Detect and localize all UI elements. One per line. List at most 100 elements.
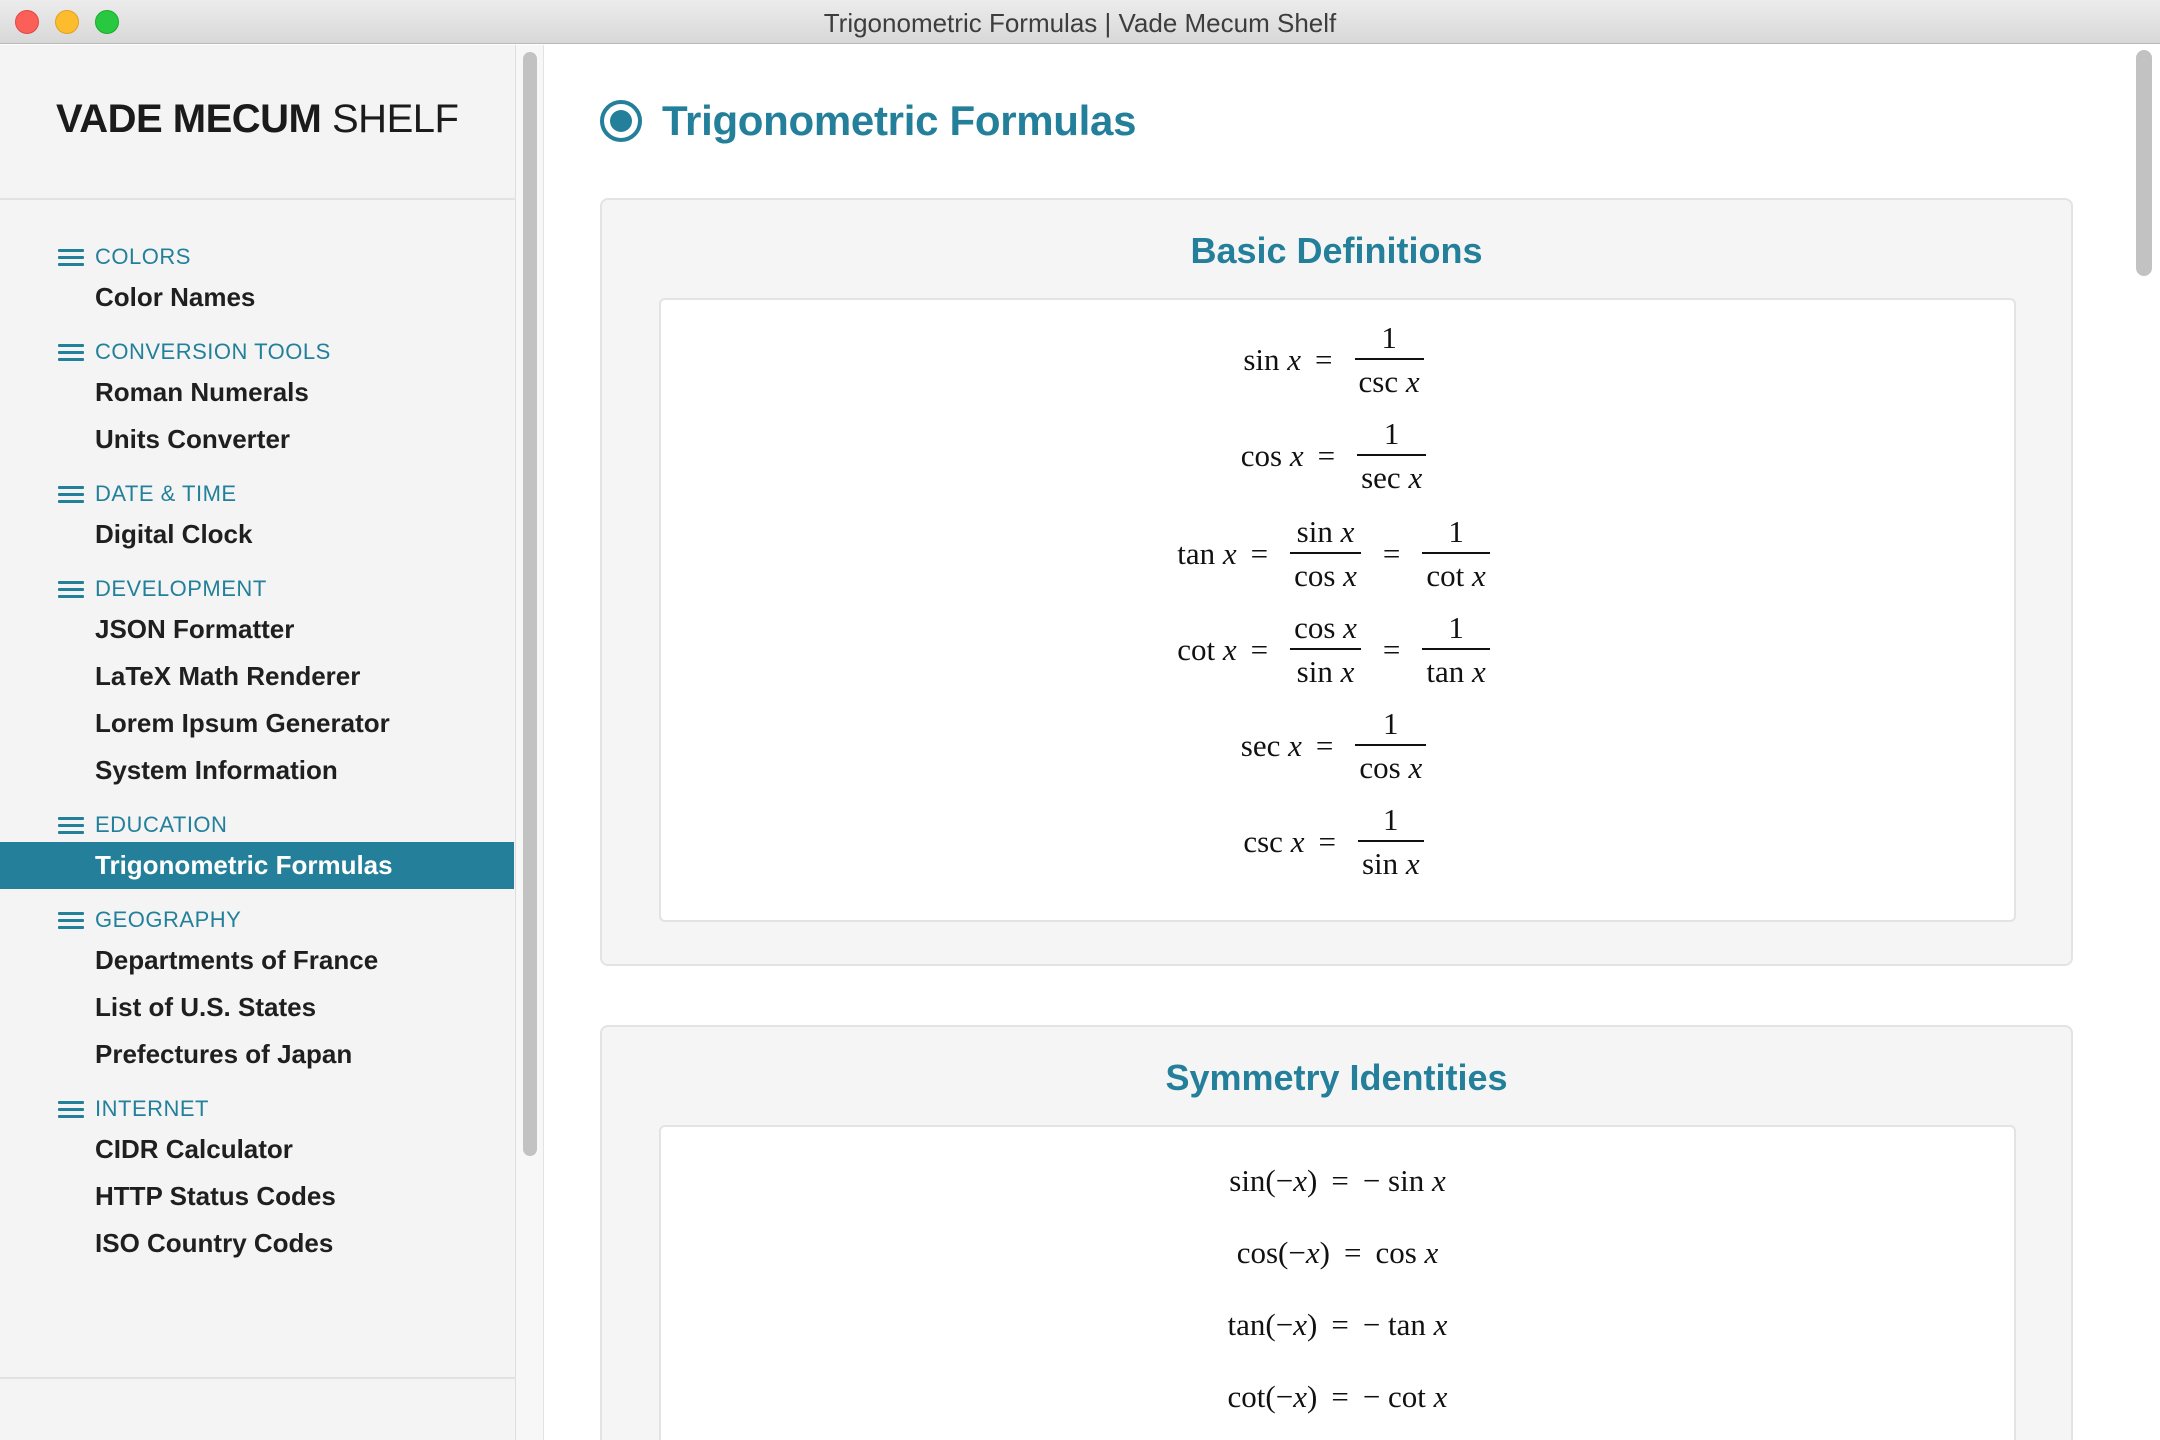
nav-item[interactable]: Trigonometric Formulas xyxy=(0,842,514,889)
nav-item[interactable]: Roman Numerals xyxy=(0,369,516,416)
menu-icon xyxy=(58,910,84,930)
page-header: Trigonometric Formulas xyxy=(600,97,1136,145)
math-expression: − sin x xyxy=(1362,1163,1446,1198)
sidebar-nav: COLORS Color Names CONVERSION TOOLS Roman N… xyxy=(0,240,516,1267)
math-expression: sin x xyxy=(1296,514,1355,549)
window-title: Trigonometric Formulas | Vade Mecum Shel… xyxy=(823,8,1337,38)
math-expression: tan(−x) xyxy=(1227,1307,1318,1342)
menu-icon xyxy=(58,484,84,504)
menu-icon xyxy=(58,247,84,267)
math-expression: 1 xyxy=(1448,610,1464,645)
fraction: 1 csc x xyxy=(1354,320,1424,399)
equals-sign: = xyxy=(1317,437,1336,473)
math-expression: sin x xyxy=(1361,846,1420,881)
fraction: 1 tan x xyxy=(1422,610,1490,687)
math-expression: cot x xyxy=(1177,631,1237,667)
section-basic-definitions: Basic Definitions sin x = 1 csc x cos x = 1 sec… xyxy=(600,198,2073,966)
nav-category-label: GEOGRAPHY xyxy=(95,907,242,932)
app-window: Trigonometric Formulas | Vade Mecum Shel… xyxy=(0,0,2160,1440)
math-expression: cos x xyxy=(1294,558,1357,593)
section-title: Basic Definitions xyxy=(1190,230,1483,271)
page-title: Trigonometric Formulas xyxy=(662,97,1137,144)
math-expression: sec x xyxy=(1240,727,1302,763)
formula: csc x = 1 sin x xyxy=(661,804,2014,879)
nav-item[interactable]: System Information xyxy=(0,747,516,794)
nav-category[interactable]: DATE & TIME xyxy=(0,477,516,511)
nav-category[interactable]: CONVERSION TOOLS xyxy=(0,335,516,369)
math-expression: cot(−x) xyxy=(1227,1379,1318,1414)
math-expression: 1 xyxy=(1381,320,1397,355)
section-symmetry-identities: Symmetry Identities sin(−x) = − sin x cos(−… xyxy=(600,1025,2073,1440)
equals-sign: = xyxy=(1318,823,1336,859)
math-expression: cos x xyxy=(1294,610,1357,645)
brand-logo[interactable]: VADE MECUM SHELF xyxy=(56,97,459,142)
main-content: Trigonometric Formulas Basic Definitions… xyxy=(545,45,2135,1440)
nav-category-label: DATE & TIME xyxy=(95,481,237,506)
math-expression: cos x xyxy=(1359,750,1423,785)
nav-category[interactable]: DEVELOPMENT xyxy=(0,572,516,606)
formula: tan(−x) = − tan x xyxy=(661,1307,2014,1343)
equals-sign: = xyxy=(1331,1163,1349,1198)
radio-button-icon xyxy=(600,100,642,142)
math-expression: sin x xyxy=(1296,654,1355,689)
math-expression: csc x xyxy=(1358,364,1420,399)
math-expression: 1 xyxy=(1383,706,1399,741)
nav-item[interactable]: List of U.S. States xyxy=(0,984,516,1031)
nav-category-label: DEVELOPMENT xyxy=(95,576,267,601)
math-expression: cot x xyxy=(1426,558,1486,593)
fraction: 1 cos x xyxy=(1355,706,1427,785)
nav-item[interactable]: Prefectures of Japan xyxy=(0,1031,516,1078)
math-expression: cos(−x) xyxy=(1236,1235,1330,1270)
math-expression: cos x xyxy=(1375,1235,1439,1270)
nav-category[interactable]: COLORS xyxy=(0,240,516,274)
nav-item[interactable]: ISO Country Codes xyxy=(0,1220,516,1267)
equals-sign: = xyxy=(1250,631,1269,667)
nav-item[interactable]: Color Names xyxy=(0,274,516,321)
sidebar: VADE MECUM SHELF COLORS Color Names CONVER… xyxy=(0,45,516,1440)
formula: sin(−x) = − sin x xyxy=(661,1163,2014,1199)
sidebar-divider-bottom xyxy=(0,1377,516,1379)
brand-bold: VADE MECUM xyxy=(56,97,322,141)
formula-box: sin(−x) = − sin x cos(−x) = cos x tan(−x) = − ta… xyxy=(659,1125,2016,1440)
main-scrollbar-thumb[interactable] xyxy=(2136,50,2152,276)
title-bar[interactable]: Trigonometric Formulas | Vade Mecum Shel… xyxy=(0,0,2160,44)
nav-category[interactable]: INTERNET xyxy=(0,1092,516,1126)
equals-sign: = xyxy=(1343,1235,1362,1270)
math-expression: − tan x xyxy=(1362,1307,1448,1342)
nav-category-label: INTERNET xyxy=(95,1096,209,1121)
math-expression: 1 xyxy=(1383,802,1399,837)
sidebar-divider xyxy=(0,198,516,200)
fraction: cos x sin x xyxy=(1290,612,1361,687)
fraction: 1 sin x xyxy=(1357,802,1424,881)
section-title: Symmetry Identities xyxy=(1165,1057,1508,1098)
formula: cos x = 1 sec x xyxy=(661,418,2014,493)
formula-box: sin x = 1 csc x cos x = 1 sec x tan x = sin x cos x… xyxy=(659,298,2016,922)
nav-category-label: CONVERSION TOOLS xyxy=(95,339,331,364)
nav-item[interactable]: Departments of France xyxy=(0,937,516,984)
fraction: 1 cot x xyxy=(1422,514,1490,593)
math-expression: 1 xyxy=(1448,514,1464,549)
sidebar-scrollbar-thumb[interactable] xyxy=(523,52,537,1156)
equals-sign: = xyxy=(1382,631,1401,667)
nav-item[interactable]: Digital Clock xyxy=(0,511,516,558)
formula: cot x = cos x sin x = 1 tan x xyxy=(661,612,2014,687)
nav-category[interactable]: GEOGRAPHY xyxy=(0,903,516,937)
nav-item[interactable]: Units Converter xyxy=(0,416,516,463)
formula: cot(−x) = − cot x xyxy=(661,1379,2014,1415)
nav-item[interactable]: LaTeX Math Renderer xyxy=(0,653,516,700)
equals-sign: = xyxy=(1382,535,1401,571)
math-expression: csc x xyxy=(1243,823,1305,859)
nav-item[interactable]: JSON Formatter xyxy=(0,606,516,653)
equals-sign: = xyxy=(1250,535,1269,571)
formula: sec x = 1 cos x xyxy=(661,708,2014,783)
math-expression: − cot x xyxy=(1362,1379,1448,1414)
nav-category[interactable]: EDUCATION xyxy=(0,808,516,842)
nav-item[interactable]: CIDR Calculator xyxy=(0,1126,516,1173)
formula: tan x = sin x cos x = 1 cot x xyxy=(661,516,2014,591)
nav-item[interactable]: Lorem Ipsum Generator xyxy=(0,700,516,747)
math-expression: sin(−x) xyxy=(1229,1163,1318,1198)
math-expression: tan x xyxy=(1177,535,1237,571)
menu-icon xyxy=(58,815,84,835)
nav-item[interactable]: HTTP Status Codes xyxy=(0,1173,516,1220)
fraction: sin x cos x xyxy=(1290,516,1361,591)
